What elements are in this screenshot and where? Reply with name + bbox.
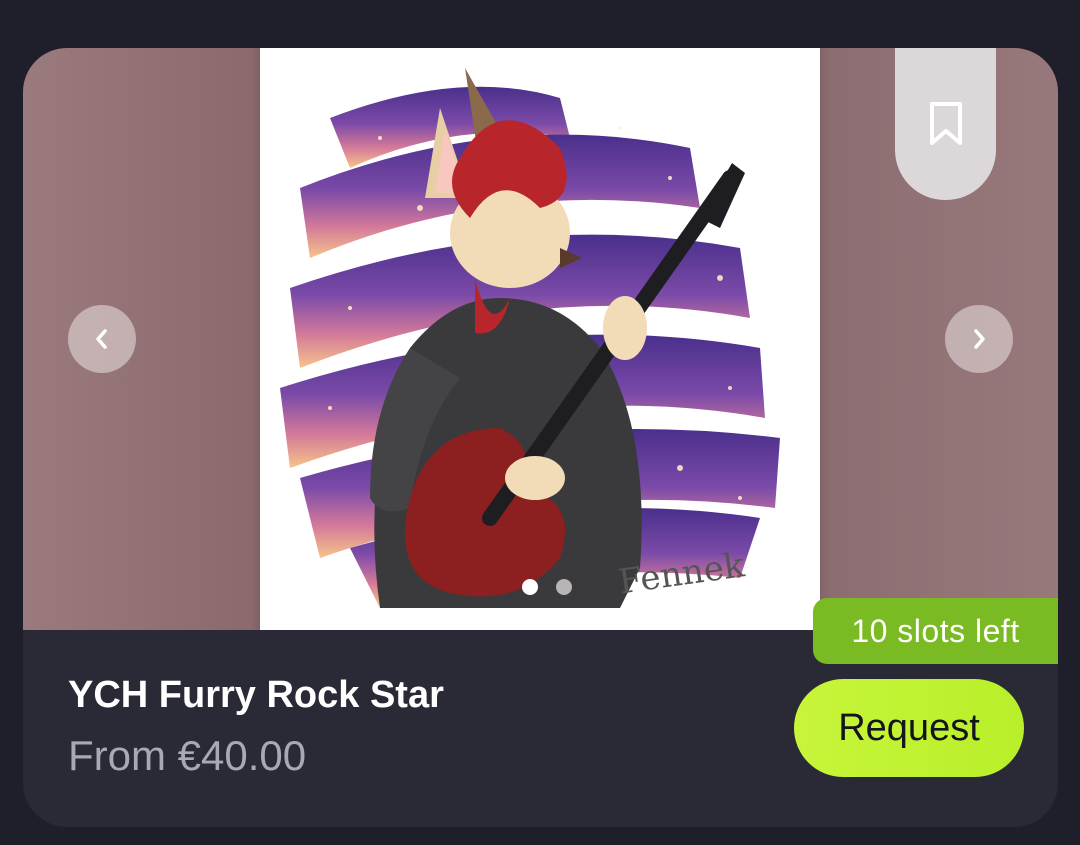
request-button[interactable]: Request	[794, 679, 1024, 777]
pagination-dot-active[interactable]	[522, 579, 538, 595]
listing-price: From €40.00	[68, 732, 307, 779]
slots-left-badge: 10 slots left	[813, 598, 1058, 664]
listing-title: YCH Furry Rock Star	[68, 674, 444, 716]
chevron-left-icon	[96, 329, 107, 349]
gallery-pagination	[522, 579, 572, 595]
next-image-button[interactable]	[945, 305, 1013, 373]
chevron-right-icon	[974, 329, 985, 349]
artwork-image[interactable]: Fennek	[260, 48, 820, 630]
image-gallery[interactable]: Fennek	[23, 48, 1058, 630]
pagination-dot[interactable]	[556, 579, 572, 595]
bookmark-icon	[929, 102, 962, 145]
listing-card[interactable]: Fennek 10 slots left YCH Furry Rock Star…	[23, 48, 1058, 827]
previous-image-button[interactable]	[68, 305, 136, 373]
bookmark-button[interactable]	[895, 48, 996, 200]
